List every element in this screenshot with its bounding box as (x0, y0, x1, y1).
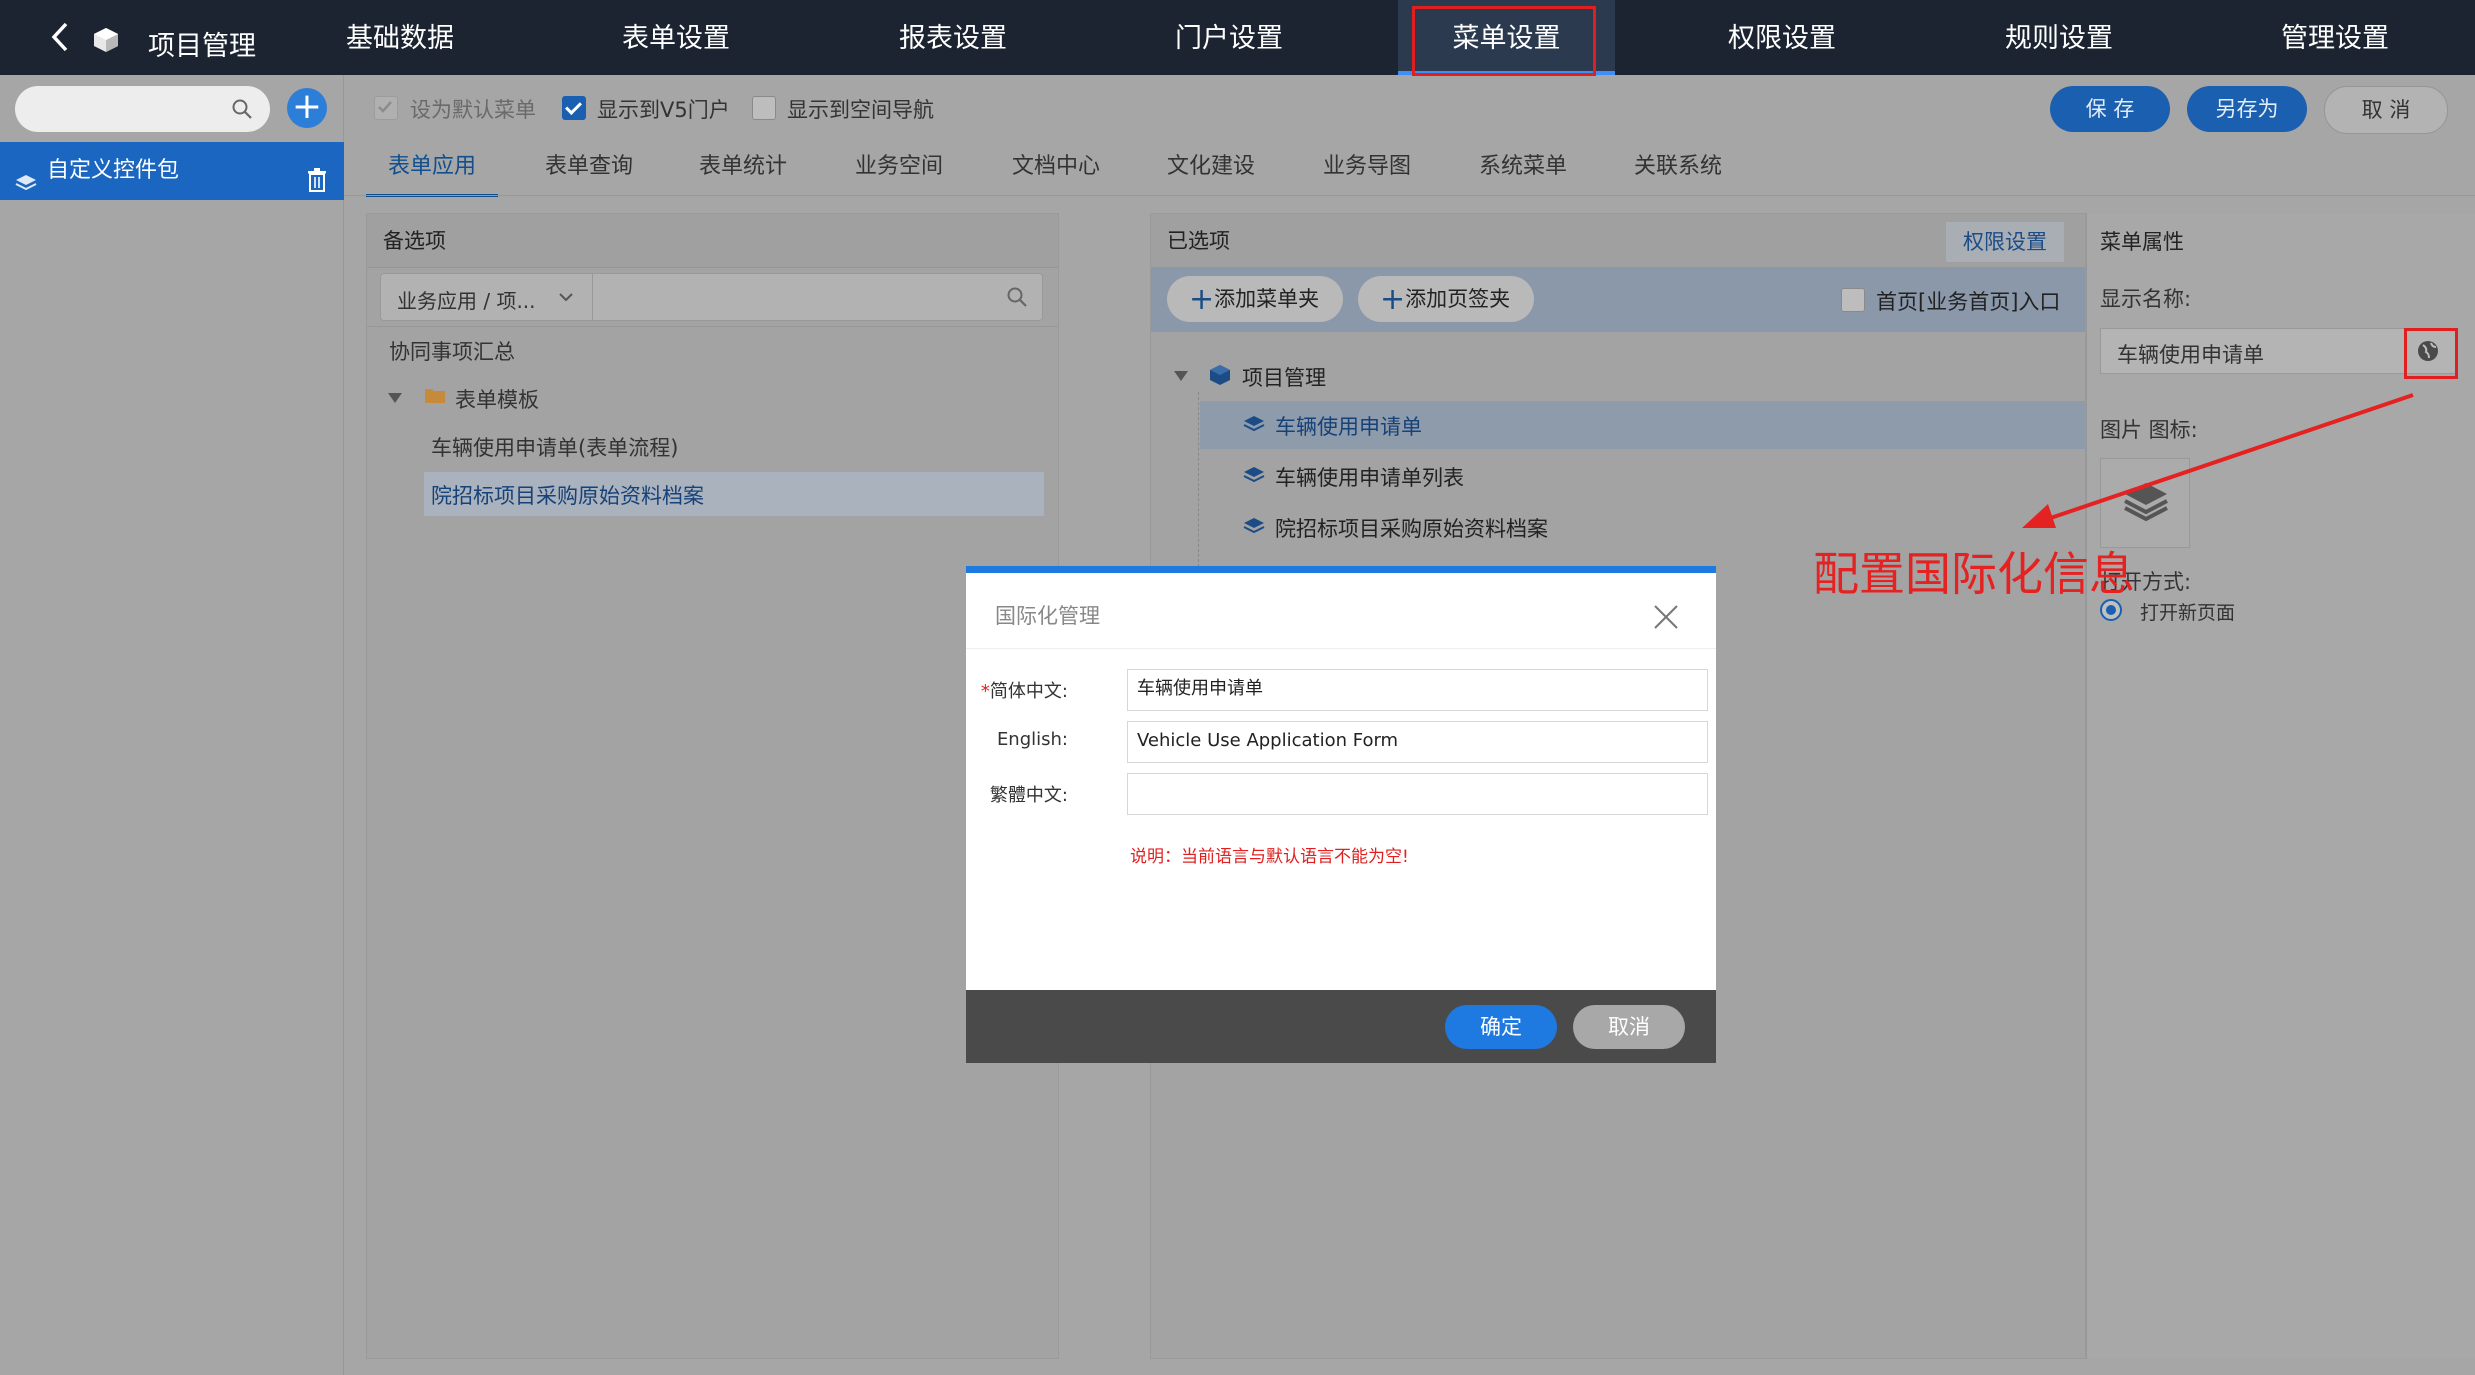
app-title: 项目管理 (148, 31, 256, 62)
tab-form-statistics[interactable]: 表单统计 (677, 140, 809, 194)
layers-icon (1242, 465, 1266, 487)
highlight-box-globe (2404, 328, 2458, 379)
cube-icon (1209, 364, 1231, 386)
default-menu-checkbox[interactable] (374, 96, 398, 120)
nav-item-form-settings[interactable]: 表单设置 (586, 0, 766, 75)
selected-panel-header: 已选项 (1151, 214, 2085, 268)
tab-business-map[interactable]: 业务导图 (1301, 140, 1433, 194)
tree-root-project-management[interactable]: 项目管理 (1242, 362, 1326, 392)
sidebar-item-custom-control-package[interactable]: 自定义控件包 (0, 142, 344, 200)
add-tab-folder-button[interactable]: +添加页签夹 (1358, 276, 1534, 322)
tree-connector-line (1198, 392, 1199, 567)
highlight-box-menu-settings (1412, 6, 1596, 76)
homepage-entry-label: 首页[业务首页]入口 (1876, 290, 2061, 314)
dialog-footer: 确定 取消 (966, 990, 1716, 1063)
tab-related-system[interactable]: 关联系统 (1612, 140, 1744, 194)
annotation-text: 配置国际化信息 (1813, 547, 2135, 601)
simplified-chinese-input[interactable]: 车辆使用申请单 (1127, 669, 1708, 711)
trash-icon[interactable] (306, 158, 328, 192)
tab-system-menu[interactable]: 系统菜单 (1457, 140, 1589, 194)
i18n-dialog: 国际化管理 *简体中文: 车辆使用申请单 English: Vehicle Us… (966, 566, 1716, 1063)
list-item-vehicle-form-flow[interactable]: 车辆使用申请单(表单流程) (431, 432, 678, 462)
add-package-button[interactable]: + (287, 88, 327, 128)
tree-item-vehicle-form[interactable]: 车辆使用申请单 (1275, 411, 1422, 441)
candidates-filter-bar: 业务应用 / 项... (380, 273, 1043, 321)
expand-triangle-icon[interactable] (1173, 368, 1189, 382)
tab-form-query[interactable]: 表单查询 (523, 140, 655, 194)
cancel-button[interactable]: 取 消 (2324, 86, 2448, 134)
top-nav-bar: 项目管理 基础数据 表单设置 报表设置 门户设置 菜单设置 权限设置 规则设置 … (0, 0, 2475, 76)
sidebar-item-label: 自定义控件包 (47, 158, 180, 183)
category-select-value: 业务应用 / 项... (397, 289, 536, 313)
selected-title: 已选项 (1167, 229, 1230, 253)
search-icon[interactable] (230, 97, 254, 121)
back-chevron-icon[interactable] (46, 20, 76, 54)
layers-icon (1242, 414, 1266, 436)
dialog-cancel-button[interactable]: 取消 (1573, 1005, 1685, 1049)
nav-item-permission-settings[interactable]: 权限设置 (1692, 0, 1872, 75)
save-as-button[interactable]: 另存为 (2187, 86, 2307, 132)
save-button[interactable]: 保 存 (2050, 86, 2170, 132)
expand-triangle-icon[interactable] (387, 390, 403, 404)
permission-settings-link[interactable]: 权限设置 (1946, 222, 2064, 262)
english-input[interactable]: Vehicle Use Application Form (1127, 721, 1708, 763)
tabs-divider (344, 195, 2475, 196)
nav-item-report-settings[interactable]: 报表设置 (863, 0, 1043, 75)
open-new-page-label: 打开新页面 (2140, 602, 2236, 624)
dialog-header-divider (966, 648, 1716, 649)
tab-culture-building[interactable]: 文化建设 (1145, 140, 1277, 194)
tab-business-space[interactable]: 业务空间 (833, 140, 965, 194)
close-icon[interactable] (1652, 603, 1680, 631)
candidates-search-icon[interactable] (1005, 285, 1029, 309)
simplified-chinese-label: *简体中文: (980, 681, 1068, 702)
nav-item-admin-settings[interactable]: 管理设置 (2245, 0, 2425, 75)
required-marker: * (980, 681, 990, 702)
traditional-chinese-label: 繁體中文: (989, 785, 1068, 806)
dialog-title: 国际化管理 (995, 604, 1100, 628)
folder-icon (424, 386, 446, 404)
traditional-chinese-input[interactable] (1127, 773, 1708, 815)
plus-icon: + (1380, 282, 1406, 317)
list-item-collab-summary[interactable]: 协同事项汇总 (389, 336, 515, 366)
layers-icon (14, 160, 38, 191)
properties-title: 菜单属性 (2100, 230, 2184, 254)
chevron-down-icon (557, 288, 575, 306)
dialog-note: 说明：当前语言与默认语言不能为空! (1130, 847, 1409, 867)
display-name-label: 显示名称: (2100, 287, 2192, 311)
layers-icon (1242, 516, 1266, 538)
show-space-nav-checkbox[interactable] (752, 96, 776, 120)
homepage-entry-checkbox[interactable] (1841, 288, 1865, 312)
tab-document-center[interactable]: 文档中心 (990, 140, 1122, 194)
tab-form-application[interactable]: 表单应用 (366, 140, 498, 197)
left-sidebar (0, 75, 344, 1375)
add-menu-folder-button[interactable]: +添加菜单夹 (1167, 276, 1343, 322)
candidates-title: 备选项 (383, 229, 446, 253)
show-space-nav-label: 显示到空间导航 (787, 98, 934, 122)
candidates-filter-divider (367, 326, 1058, 327)
nav-item-rule-settings[interactable]: 规则设置 (1969, 0, 2149, 75)
dialog-ok-button[interactable]: 确定 (1445, 1005, 1557, 1049)
category-select[interactable]: 业务应用 / 项... (381, 274, 593, 320)
show-v5-portal-label: 显示到V5门户 (597, 98, 730, 122)
show-v5-portal-checkbox[interactable] (562, 96, 586, 120)
cube-icon (92, 26, 120, 54)
plus-icon: + (1189, 282, 1215, 317)
english-label: English: (996, 729, 1068, 750)
annotation-arrow (2022, 393, 2414, 528)
tree-item-vehicle-form-list[interactable]: 车辆使用申请单列表 (1275, 462, 1464, 492)
tree-item-procurement-archive[interactable]: 院招标项目采购原始资料档案 (1275, 513, 1548, 543)
candidates-panel-header: 备选项 (367, 214, 1058, 268)
nav-item-basic-data[interactable]: 基础数据 (310, 0, 490, 75)
list-item-procurement-archive[interactable]: 院招标项目采购原始资料档案 (431, 480, 704, 510)
default-menu-label: 设为默认菜单 (410, 98, 536, 122)
nav-item-portal-settings[interactable]: 门户设置 (1139, 0, 1319, 75)
display-name-value: 车辆使用申请单 (2117, 343, 2264, 367)
folder-form-templates[interactable]: 表单模板 (455, 384, 539, 414)
